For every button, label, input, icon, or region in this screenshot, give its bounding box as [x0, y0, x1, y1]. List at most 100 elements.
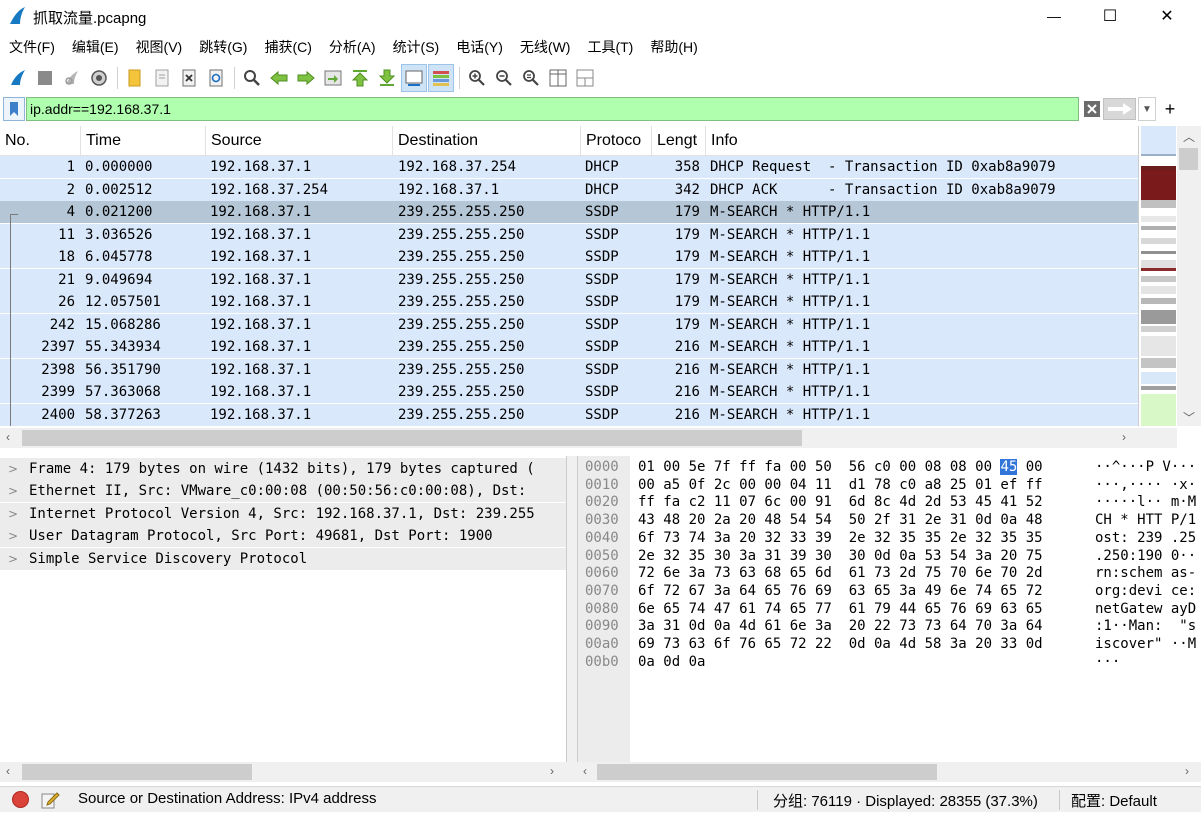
restart-capture-button[interactable]	[59, 64, 85, 92]
byte-row[interactable]: 0000 01 00 5e 7f ff fa 00 50 56 c0 00 08 …	[578, 458, 1201, 477]
bytes-hscroll[interactable]: ‹ ›	[577, 762, 1201, 782]
packet-row[interactable]: 242 15.068286 192.168.37.1 239.255.255.250 S…	[0, 313, 1138, 336]
detail-ethernet[interactable]: > Ethernet II, Src: VMware_c0:00:08 (00:5…	[0, 480, 566, 502]
detail-udp[interactable]: > User Datagram Protocol, Src Port: 49681…	[0, 525, 566, 547]
save-file-button[interactable]	[149, 64, 175, 92]
zoom-normal-button[interactable]	[518, 64, 544, 92]
column-header-protocol[interactable]: Protoco	[581, 126, 652, 156]
packet-list-hscroll[interactable]: ‹ ›	[0, 428, 1177, 448]
byte-row[interactable]: 00b0 0a 0d 0a ···	[578, 653, 1201, 672]
zoom-in-button[interactable]	[464, 64, 490, 92]
menu-analyze[interactable]: 分析(A)	[320, 34, 384, 60]
column-header-length[interactable]: Lengt	[652, 126, 706, 156]
column-header-no[interactable]: No.	[0, 126, 81, 156]
byte-row[interactable]: 0070 6f 72 67 3a 64 65 76 69 63 65 3a 49 …	[578, 582, 1201, 601]
pane-splitter[interactable]	[567, 456, 577, 782]
packet-row[interactable]: 2398 56.351790 192.168.37.1 239.255.255.250…	[0, 358, 1138, 381]
details-hscroll[interactable]: ‹ ›	[0, 762, 567, 782]
scroll-right-icon[interactable]: ›	[550, 764, 554, 778]
scroll-thumb[interactable]	[22, 430, 802, 446]
maximize-button[interactable]: ☐	[1087, 0, 1133, 32]
chevron-right-icon[interactable]: >	[8, 525, 18, 547]
menu-tools[interactable]: 工具(T)	[578, 34, 641, 60]
profile-selector[interactable]: 配置: Default	[1071, 790, 1157, 811]
packet-minimap[interactable]	[1138, 126, 1177, 426]
go-last-button[interactable]	[374, 64, 400, 92]
menu-statistics[interactable]: 统计(S)	[384, 34, 448, 60]
packet-row[interactable]: 1 0.000000 192.168.37.1 192.168.37.254 DHCP 3…	[0, 156, 1138, 178]
scroll-right-icon[interactable]: ›	[1122, 430, 1126, 444]
open-file-button[interactable]	[122, 64, 148, 92]
scroll-thumb[interactable]	[22, 764, 252, 780]
packet-row[interactable]: 26 12.057501 192.168.37.1 239.255.255.250 SS…	[0, 291, 1138, 313]
minimize-button[interactable]: —	[1031, 0, 1077, 32]
apply-filter-button[interactable]	[1103, 98, 1136, 120]
scroll-thumb[interactable]	[597, 764, 937, 780]
stop-capture-button[interactable]	[32, 64, 58, 92]
auto-scroll-button[interactable]	[401, 64, 427, 92]
scroll-left-icon[interactable]: ‹	[583, 764, 587, 778]
scroll-left-icon[interactable]: ‹	[6, 430, 10, 444]
menu-help[interactable]: 帮助(H)	[641, 34, 705, 60]
detail-ipv4[interactable]: > Internet Protocol Version 4, Src: 192.1…	[0, 503, 566, 525]
go-forward-button[interactable]	[293, 64, 319, 92]
colorize-button[interactable]	[428, 64, 454, 92]
go-back-button[interactable]	[266, 64, 292, 92]
packet-row[interactable]: 2397 55.343934 192.168.37.1 239.255.255.250…	[0, 336, 1138, 358]
byte-row[interactable]: 00a0 69 73 63 6f 76 65 72 22 0d 0a 4d 58 …	[578, 635, 1201, 654]
scroll-down-icon[interactable]: ﹀	[1183, 409, 1195, 426]
column-header-destination[interactable]: Destination	[393, 126, 581, 156]
byte-row[interactable]: 0090 3a 31 0d 0a 4d 61 6e 3a 20 22 73 73 …	[578, 617, 1201, 636]
packet-row[interactable]: 2399 57.363068 192.168.37.1 239.255.255.250…	[0, 381, 1138, 403]
column-header-source[interactable]: Source	[206, 126, 393, 156]
start-capture-button[interactable]	[5, 64, 31, 92]
chevron-right-icon[interactable]: >	[8, 480, 18, 502]
menu-wireless[interactable]: 无线(W)	[511, 34, 579, 60]
close-file-button[interactable]	[176, 64, 202, 92]
chevron-right-icon[interactable]: >	[8, 503, 18, 525]
menu-telephony[interactable]: 电话(Y)	[447, 34, 511, 60]
go-to-packet-button[interactable]	[320, 64, 346, 92]
packet-row[interactable]: 21 9.049694 192.168.37.1 239.255.255.250 SSD…	[0, 268, 1138, 291]
byte-row[interactable]: 0050 2e 32 35 30 3a 31 39 30 30 0d 0a 53 …	[578, 547, 1201, 566]
capture-options-button[interactable]	[86, 64, 112, 92]
go-first-button[interactable]	[347, 64, 373, 92]
resize-columns-button[interactable]	[545, 64, 571, 92]
packet-row[interactable]: 18 6.045778 192.168.37.1 239.255.255.250 SSD…	[0, 246, 1138, 268]
byte-row[interactable]: 0080 6e 65 74 47 61 74 65 77 61 79 44 65 …	[578, 600, 1201, 619]
byte-row[interactable]: 0060 72 6e 3a 73 63 68 65 6d 61 73 2d 75 …	[578, 564, 1201, 583]
packet-row[interactable]: 2400 58.377263 192.168.37.1 239.255.255.250…	[0, 403, 1138, 426]
display-filter-input[interactable]: ip.addr==192.168.37.1	[26, 97, 1079, 121]
detail-ssdp[interactable]: > Simple Service Discovery Protocol	[0, 548, 566, 570]
chevron-right-icon[interactable]: >	[8, 548, 18, 570]
scroll-up-icon[interactable]: ︿	[1183, 128, 1195, 145]
close-button[interactable]: ✕	[1144, 0, 1190, 32]
byte-row[interactable]: 0030 43 48 20 2a 20 48 54 54 50 2f 31 2e …	[578, 511, 1201, 530]
layout-button[interactable]	[572, 64, 598, 92]
find-packet-button[interactable]	[239, 64, 265, 92]
chevron-right-icon[interactable]: >	[8, 458, 18, 480]
capture-comment-icon[interactable]	[40, 790, 60, 810]
column-header-info[interactable]: Info	[706, 126, 1138, 156]
packet-row[interactable]: 2 0.002512 192.168.37.254 192.168.37.1 DHCP 3…	[0, 178, 1138, 201]
filter-bookmark-button[interactable]	[3, 97, 25, 121]
scroll-thumb[interactable]	[1179, 148, 1198, 170]
packet-row[interactable]: 4 0.021200 192.168.37.1 239.255.255.250 SSDP…	[0, 201, 1138, 223]
scroll-left-icon[interactable]: ‹	[6, 764, 10, 778]
menu-go[interactable]: 跳转(G)	[190, 34, 255, 60]
menu-capture[interactable]: 捕获(C)	[255, 34, 319, 60]
packet-row[interactable]: 11 3.036526 192.168.37.1 239.255.255.250 SSD…	[0, 223, 1138, 246]
byte-row[interactable]: 0020 ff fa c2 11 07 6c 00 91 6d 8c 4d 2d …	[578, 493, 1201, 512]
column-header-time[interactable]: Time	[81, 126, 206, 156]
expert-info-icon[interactable]	[12, 791, 29, 808]
byte-row[interactable]: 0040 6f 73 74 3a 20 32 33 39 2e 32 35 35 …	[578, 529, 1201, 548]
menu-view[interactable]: 视图(V)	[127, 34, 191, 60]
clear-filter-button[interactable]	[1082, 97, 1102, 121]
filter-history-dropdown[interactable]: ▼	[1138, 97, 1156, 121]
zoom-out-button[interactable]	[491, 64, 517, 92]
byte-row[interactable]: 0010 00 a5 0f 2c 00 00 04 11 d1 78 c0 a8 …	[578, 476, 1201, 495]
packet-list-vscroll[interactable]: ︿ ﹀	[1177, 126, 1201, 426]
detail-frame[interactable]: > Frame 4: 179 bytes on wire (1432 bits),…	[0, 458, 566, 480]
add-filter-button[interactable]: +	[1160, 97, 1180, 121]
menu-edit[interactable]: 编辑(E)	[63, 34, 127, 60]
